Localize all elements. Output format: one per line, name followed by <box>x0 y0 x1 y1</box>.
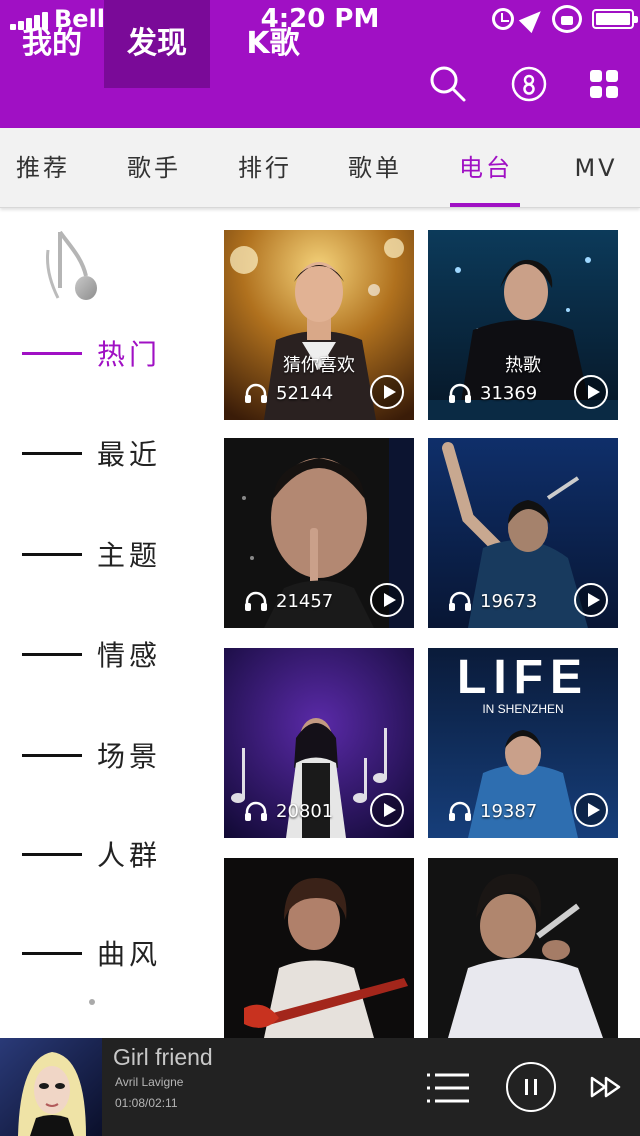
tab-discover[interactable]: 发现 <box>104 0 210 88</box>
side-line <box>22 451 82 455</box>
radio-card[interactable]: 热歌 31369 <box>428 230 618 420</box>
side-item-theme[interactable]: 主题 <box>22 529 161 579</box>
battery-icon <box>592 9 638 29</box>
side-item-emotion[interactable]: 情感 <box>22 629 161 679</box>
radio-card[interactable]: 19673 <box>428 438 618 628</box>
play-count-value: 21457 <box>276 590 334 612</box>
play-count-value: 31369 <box>480 382 538 404</box>
headphones-icon <box>449 383 471 403</box>
radio-card[interactable] <box>224 858 414 1038</box>
alarm-clock-icon <box>492 8 514 30</box>
side-item-label: 情感 <box>97 639 162 672</box>
play-count: 19387 <box>448 796 537 826</box>
tab-singers[interactable]: 歌手 <box>104 128 204 208</box>
play-count: 52144 <box>244 378 333 408</box>
scroll-indicator-dot <box>89 999 95 1005</box>
radio-card[interactable] <box>428 858 618 1038</box>
play-count: 19673 <box>448 586 537 616</box>
card-cover-image <box>428 858 618 1038</box>
play-count: 21457 <box>244 586 333 616</box>
side-item-label: 人群 <box>97 839 162 872</box>
pause-icon[interactable] <box>506 1062 556 1112</box>
tab-mv[interactable]: MV <box>546 128 640 208</box>
tab-karaoke[interactable]: K歌 <box>218 0 328 88</box>
play-button[interactable] <box>574 583 608 617</box>
artist-name: Avril Lavigne <box>115 1075 184 1089</box>
playback-time: 01:08/02:11 <box>115 1096 178 1110</box>
tab-recommend[interactable]: 推荐 <box>0 128 93 208</box>
poster-title: LIFE <box>457 651 589 704</box>
side-item-recent[interactable]: 最近 <box>22 428 161 478</box>
radio-card[interactable]: 20801 <box>224 648 414 838</box>
side-item-label: 主题 <box>97 539 162 572</box>
headphones-icon <box>245 383 267 403</box>
play-count-value: 19387 <box>480 800 538 822</box>
play-button[interactable] <box>370 375 404 409</box>
rotation-lock-icon <box>552 5 582 33</box>
poster-subtitle: IN SHENZHEN <box>482 702 564 716</box>
user-icon[interactable] <box>501 40 557 128</box>
song-title: Girl friend <box>113 1044 213 1070</box>
active-tab-indicator <box>450 203 520 207</box>
radio-card[interactable]: LIFE IN SHENZHEN 19387 <box>428 648 618 838</box>
play-button[interactable] <box>574 793 608 827</box>
side-line <box>22 351 82 355</box>
search-icon[interactable] <box>420 40 476 128</box>
playlist-icon[interactable] <box>424 1068 472 1108</box>
tab-charts[interactable]: 排行 <box>215 128 315 208</box>
radio-card[interactable]: 猜你喜欢 52144 <box>224 230 414 420</box>
play-button[interactable] <box>370 583 404 617</box>
app-header: Bell 4:20 PM 我的 发现 K歌 <box>0 0 640 128</box>
side-item-label: 最近 <box>97 438 162 471</box>
play-button[interactable] <box>370 793 404 827</box>
location-arrow-icon <box>518 4 548 34</box>
headphones-icon <box>449 591 471 611</box>
album-art[interactable] <box>0 1038 102 1136</box>
side-item-scene[interactable]: 场景 <box>22 730 161 780</box>
tab-playlists[interactable]: 歌单 <box>325 128 425 208</box>
card-cover-image <box>224 858 414 1038</box>
play-count: 31369 <box>448 378 537 408</box>
side-item-genre[interactable]: 曲风 <box>22 928 161 978</box>
side-line <box>22 652 82 656</box>
side-item-crowd[interactable]: 人群 <box>22 829 161 879</box>
tab-radio[interactable]: 电台 <box>436 128 536 208</box>
play-count: 20801 <box>244 796 333 826</box>
play-count-value: 19673 <box>480 590 538 612</box>
side-line <box>22 852 82 856</box>
headphones-icon <box>449 801 471 821</box>
side-line <box>22 951 82 955</box>
play-count-value: 20801 <box>276 800 334 822</box>
radio-card[interactable]: 21457 <box>224 438 414 628</box>
mini-player[interactable]: Girl friend Avril Lavigne 01:08/02:11 <box>0 1038 640 1136</box>
side-line <box>22 552 82 556</box>
side-line <box>22 753 82 757</box>
side-item-label: 场景 <box>97 740 162 773</box>
side-item-hot[interactable]: 热门 <box>22 328 161 378</box>
card-title: 热歌 <box>505 355 541 376</box>
tab-mine[interactable]: 我的 <box>0 0 104 88</box>
category-tab-bar: 推荐 歌手 排行 歌单 电台 MV <box>0 128 640 208</box>
next-track-icon[interactable] <box>588 1072 624 1102</box>
side-item-label: 热门 <box>97 338 162 371</box>
music-note-icon <box>40 228 104 308</box>
grid-menu-icon[interactable] <box>576 40 632 128</box>
play-button[interactable] <box>574 375 608 409</box>
play-count-value: 52144 <box>276 382 334 404</box>
headphones-icon <box>245 591 267 611</box>
card-title: 猜你喜欢 <box>283 355 355 376</box>
side-item-label: 曲风 <box>97 938 162 971</box>
headphones-icon <box>245 801 267 821</box>
